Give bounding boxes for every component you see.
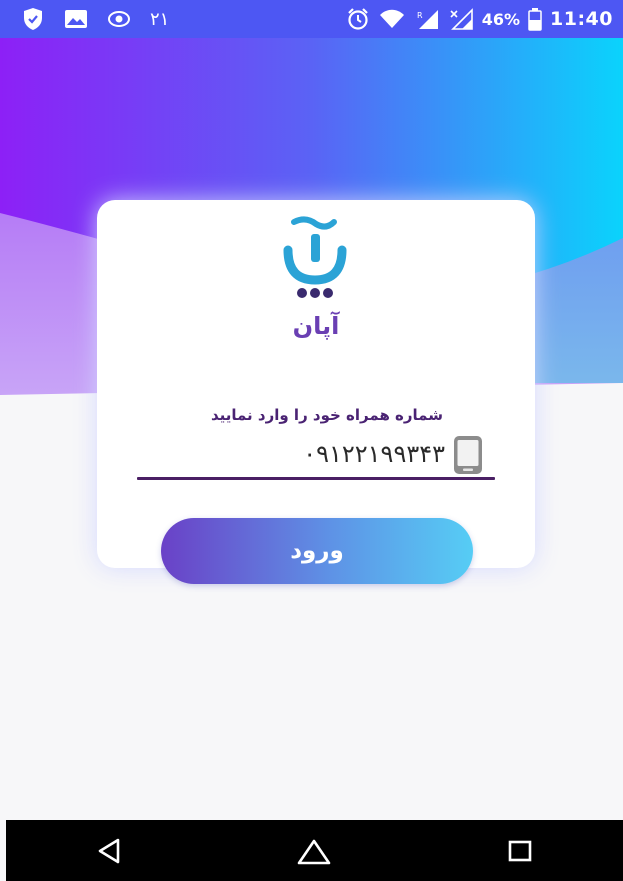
home-icon[interactable] [292,829,336,873]
eye-icon [108,10,130,28]
signal-x-icon [448,8,474,30]
mobile-phone-icon [451,434,485,476]
nav-bar [6,820,623,881]
status-bar: ۲۱ R 46% 11:40 [0,0,623,38]
phone-input-field[interactable]: ۰۹۱۲۲۱۹۹۳۴۳ [137,432,495,480]
image-icon [64,9,88,29]
alarm-icon [346,7,370,31]
wifi-icon [378,8,406,30]
svg-text:R: R [417,11,423,20]
app-screen: ۲۱ R 46% 11:40 آپان شماره همراه خود را و… [0,0,623,881]
battery-percent: 46% [481,9,521,29]
phone-input-underline [137,477,495,480]
phone-label: شماره همراه خود را وارد نمایید [210,406,443,424]
recents-icon[interactable] [498,829,542,873]
apan-logo-icon [280,216,350,300]
login-card: آپان شماره همراه خود را وارد نمایید ۰۹۱۲… [97,200,535,568]
shield-icon [22,7,44,31]
status-bar-left: ۲۱ [22,7,169,31]
login-button[interactable]: ورود [161,518,473,584]
status-bar-right: R 46% 11:40 [346,7,613,31]
signal-r-icon: R [414,8,440,30]
back-icon[interactable] [87,829,131,873]
status-clock: 11:40 [550,8,613,30]
phone-input-value[interactable]: ۰۹۱۲۲۱۹۹۳۴۳ [303,440,445,468]
notification-count: ۲۱ [150,8,170,30]
brand-name: آپان [292,312,340,340]
battery-icon [528,7,542,31]
